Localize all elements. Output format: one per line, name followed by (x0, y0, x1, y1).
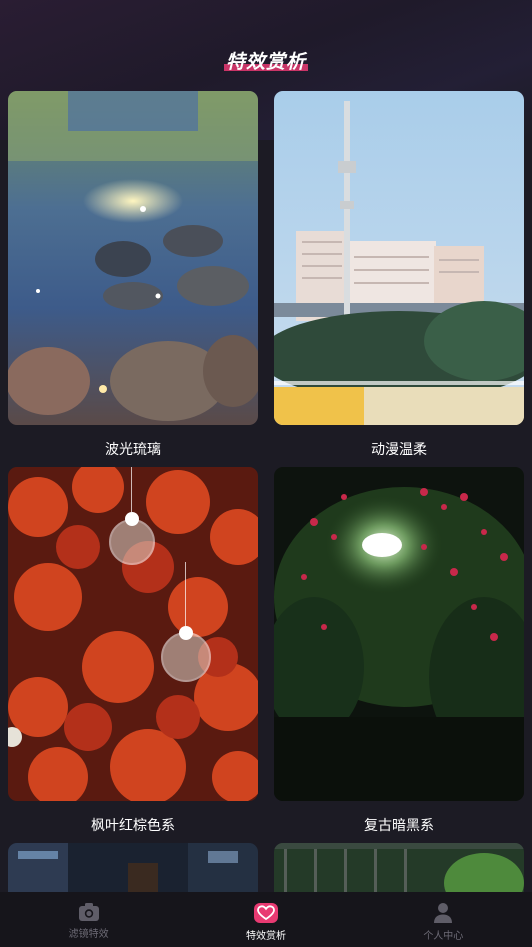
effect-thumbnail-anime[interactable] (274, 91, 524, 425)
effect-thumbnail-maple[interactable] (8, 467, 258, 801)
effect-label: 枫叶红棕色系 (91, 818, 175, 834)
tab-label-profile: 个人中心 (423, 931, 464, 942)
tab-label-filters: 滤镜特效 (68, 929, 109, 940)
heart-icon (253, 903, 278, 923)
effect-label: 复古暗黑系 (364, 818, 434, 834)
effect-card-retro-dark[interactable]: 复古暗黑系 (274, 467, 524, 835)
header: 特效赏析 (0, 40, 532, 80)
tab-label-showcase: 特效赏析 (245, 931, 286, 942)
tab-filters[interactable]: 滤镜特效 (0, 892, 177, 947)
effect-label: 动漫温柔 (371, 442, 427, 458)
camera-icon (78, 903, 99, 921)
tab-profile[interactable]: 个人中心 (355, 892, 532, 947)
effect-card-maple[interactable]: 枫叶红棕色系 (8, 467, 258, 835)
tab-showcase[interactable]: 特效赏析 (177, 892, 354, 947)
effect-thumbnail-shimmer[interactable] (8, 91, 258, 425)
person-icon (434, 903, 453, 923)
effect-thumbnail-retro-dark[interactable] (274, 467, 524, 801)
effect-label: 波光琉璃 (105, 442, 161, 458)
page-title: 特效赏析 (225, 50, 306, 73)
effect-card-shimmer[interactable]: 波光琉璃 (8, 91, 258, 459)
bottom-tab-bar: 滤镜特效 特效赏析 个人中心 (0, 892, 532, 947)
effect-card-anime[interactable]: 动漫温柔 (274, 91, 524, 459)
